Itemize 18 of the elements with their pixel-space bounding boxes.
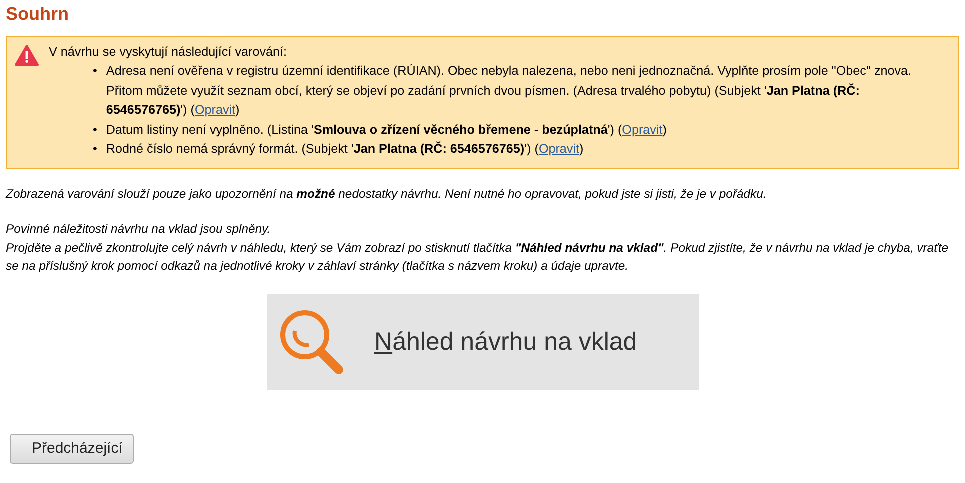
- warning-item: Adresa není ověřena v registru územní identifikace (RÚIAN). Obec nebyla nalezena, nebo neni jednoznačná. Vyplňte prosím pole "Obec" znova. Přitom můžete využít seznam obcí, který se objeví po zadání prvních dvou písmen. (Adresa trvalého pobytu) (Subjekt 'Jan Platna (RČ: 6546576765)') (Opravit): [106, 63, 913, 120]
- bullet: •: [93, 122, 98, 139]
- previous-button[interactable]: Předcházející: [10, 434, 134, 464]
- instruction-text: Projděte a pečlivě zkontrolujte celý návrh v náhledu, který se Vám zobrazí po stisknutí tlačítka "Náhled návrhu na vklad". Pokud zjistíte, že v návrhu na vklad je chyba, vraťte se na příslušný krok pomocí odkazů na jednotlivé kroky v záhlaví stránky (tlačítka s názvem kroku) a údaje upravte.: [6, 240, 950, 276]
- fix-link[interactable]: Opravit: [538, 142, 580, 156]
- warning-item: Rodné číslo nemá správný formát. (Subjekt 'Jan Platna (RČ: 6546576765)') (Opravit): [106, 140, 584, 158]
- search-icon: [278, 309, 344, 376]
- fix-link[interactable]: Opravit: [622, 122, 663, 137]
- page-title: Souhrn: [6, 4, 70, 26]
- bullet: •: [93, 63, 98, 80]
- fix-link[interactable]: Opravit: [194, 103, 236, 118]
- warning-item: Datum listiny není vyplněno. (Listina 'Smlouva o zřízení věcného břemene - bezúplatná') (Opravit): [106, 122, 667, 139]
- warning-notice: Zobrazená varování slouží pouze jako upozornění na možné nedostatky návrhu. Není nutné ho opravovat, pokud jste si jisti, že je v pořádku.: [6, 186, 768, 203]
- warning-heading: V návrhu se vyskytují následující varování:: [49, 44, 288, 61]
- warning-icon: [15, 44, 39, 66]
- preview-button[interactable]: Náhled návrhu na vklad: [266, 294, 698, 390]
- instruction-text: Povinné náležitosti návrhu na vklad jsou splněny.: [6, 220, 272, 238]
- bullet: •: [93, 141, 98, 158]
